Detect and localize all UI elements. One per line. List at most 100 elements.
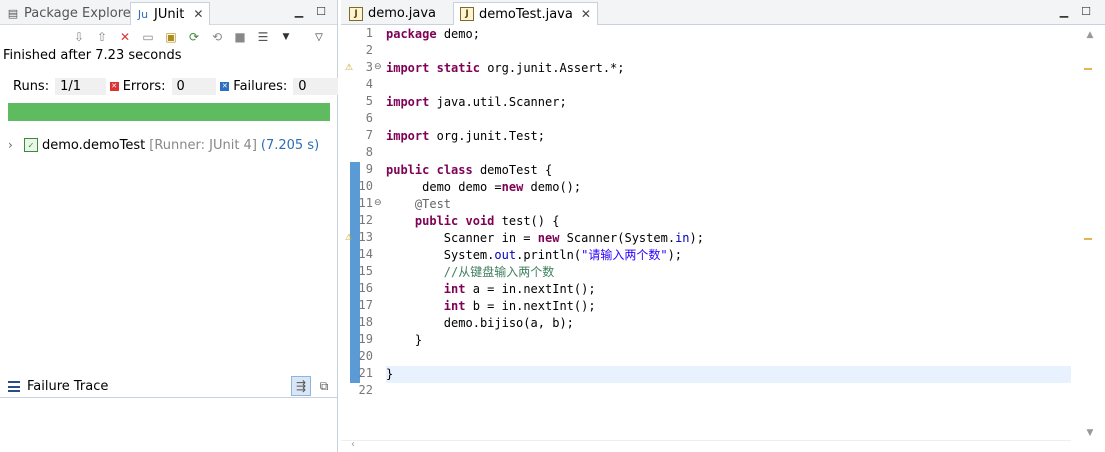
- junit-view: ▤ Package Explorer Ju JUnit ✕ ▁ ☐ ⇩ ⇧ ✕ …: [0, 0, 338, 452]
- line-number: 17: [358, 298, 373, 312]
- line-number: 6: [365, 111, 373, 125]
- scroll-left-icon[interactable]: ‹: [351, 439, 355, 450]
- close-icon[interactable]: ✕: [193, 7, 203, 21]
- code-line[interactable]: int b = in.nextInt();: [386, 298, 1071, 315]
- stop-icon[interactable]: ■: [231, 28, 249, 46]
- failure-trace-label: Failure Trace: [27, 379, 109, 394]
- code-line[interactable]: }: [386, 332, 1071, 349]
- fold-toggle-icon[interactable]: ⊖: [374, 62, 382, 72]
- failure-trace-icon: [8, 381, 20, 392]
- tab-demo-java[interactable]: J demo.java: [343, 2, 442, 25]
- runs-value: 1/1: [55, 77, 106, 95]
- line-number: 15: [358, 264, 373, 278]
- code-area[interactable]: ⚠ ⚠ 1 2 3 ⊖ 4 5 6 7 8 9 10 11 ⊖ 12 13 14 15 16 17 18 19 20 21 22…: [341, 26, 1071, 442]
- code-line[interactable]: public void test() {: [386, 213, 1071, 230]
- code-line[interactable]: int a = in.nextInt();: [386, 281, 1071, 298]
- show-skipped-icon[interactable]: ▭: [139, 28, 157, 46]
- line-number: 14: [358, 247, 373, 261]
- warning-icon[interactable]: ⚠: [343, 231, 355, 245]
- code-line[interactable]: package demo;: [386, 26, 1071, 43]
- code-line[interactable]: System.out.println("请输入两个数");: [386, 247, 1071, 264]
- minimize-icon[interactable]: ▁: [1057, 4, 1071, 18]
- tab-package-explorer[interactable]: ▤ Package Explorer: [6, 2, 136, 24]
- code-line[interactable]: [386, 349, 1071, 366]
- line-number: 12: [358, 213, 373, 227]
- package-explorer-icon: ▤: [7, 6, 19, 20]
- line-number-gutter: 1 2 3 ⊖ 4 5 6 7 8 9 10 11 ⊖ 12 13 14 15 16 17 18 19 20 21 22: [357, 26, 383, 442]
- test-class-name: demo.demoTest: [42, 137, 146, 153]
- line-number: 20: [358, 349, 373, 363]
- view-menu-icon[interactable]: ▽: [310, 28, 328, 46]
- maximize-icon[interactable]: ☐: [1079, 4, 1093, 18]
- line-number: 18: [358, 315, 373, 329]
- test-suite-passed-icon: ✓: [24, 138, 38, 152]
- test-runner-label: [Runner: JUnit 4]: [149, 137, 257, 153]
- code-text[interactable]: package demo; import static org.junit.Ass…: [386, 26, 1071, 442]
- junit-toolbar: ⇩ ⇧ ✕ ▭ ▣ ⟳ ⟲ ■ ☰ ▼ ▽: [70, 27, 328, 47]
- line-number: 5: [365, 94, 373, 108]
- compare-result-icon[interactable]: ⧉: [314, 376, 334, 396]
- code-line[interactable]: [386, 145, 1071, 162]
- warning-icon[interactable]: ⚠: [343, 61, 355, 75]
- code-line[interactable]: demo.bijiso(a, b);: [386, 315, 1071, 332]
- tab-junit[interactable]: Ju JUnit ✕: [130, 2, 211, 25]
- code-line[interactable]: [386, 383, 1071, 400]
- line-number: 8: [365, 145, 373, 159]
- warning-marker[interactable]: [1084, 238, 1092, 240]
- code-line[interactable]: [386, 111, 1071, 128]
- line-number: 16: [358, 281, 373, 295]
- progress-fill: [8, 103, 330, 121]
- code-line[interactable]: [386, 43, 1071, 60]
- previous-failure-icon[interactable]: ⇧: [93, 28, 111, 46]
- failure-trace-header: Failure Trace ⇶ ⧉: [0, 376, 338, 398]
- test-run-history-icon[interactable]: ☰: [254, 28, 272, 46]
- rerun-test-icon[interactable]: ⟳: [185, 28, 203, 46]
- failures-counter: ✕ Failures:: [220, 78, 288, 94]
- fold-toggle-icon[interactable]: ⊖: [374, 198, 382, 208]
- code-line[interactable]: //从键盘输入两个数: [386, 264, 1071, 281]
- line-number: 9: [365, 162, 373, 176]
- line-number: 21: [358, 366, 373, 380]
- line-number: 7: [365, 128, 373, 142]
- tab-demotest-java[interactable]: J demoTest.java ✕: [453, 2, 598, 25]
- code-line[interactable]: import org.junit.Test;: [386, 128, 1071, 145]
- line-number: 13: [358, 230, 373, 244]
- code-line[interactable]: import static org.junit.Assert.*;: [386, 60, 1071, 77]
- chevron-right-icon[interactable]: ›: [8, 138, 20, 152]
- code-line[interactable]: @Test: [386, 196, 1071, 213]
- line-number: 4: [365, 77, 373, 91]
- filter-stack-trace-icon[interactable]: ⇶: [291, 376, 311, 396]
- overview-ruler[interactable]: ▲ ▼: [1075, 26, 1105, 442]
- java-file-icon: J: [349, 6, 363, 21]
- maximize-icon[interactable]: ☐: [314, 4, 328, 18]
- code-line[interactable]: public class demoTest {: [386, 162, 1071, 179]
- history-dropdown-icon[interactable]: ▼: [277, 28, 295, 46]
- minimize-icon[interactable]: ▁: [292, 4, 306, 18]
- run-status-text: Finished after 7.23 seconds: [3, 48, 182, 63]
- errors-value: 0: [171, 77, 217, 95]
- test-tree-item[interactable]: › ✓ demo.demoTest [Runner: JUnit 4] (7.2…: [8, 137, 319, 153]
- scroll-lock-icon[interactable]: ▣: [162, 28, 180, 46]
- horizontal-scrollbar[interactable]: ‹: [341, 439, 1071, 452]
- error-icon: ✕: [109, 81, 119, 91]
- code-line[interactable]: Scanner in = new Scanner(System.in);: [386, 230, 1071, 247]
- line-number: 3: [365, 60, 373, 74]
- code-line[interactable]: import java.util.Scanner;: [386, 94, 1071, 111]
- view-tab-bar: ▤ Package Explorer Ju JUnit ✕ ▁ ☐: [0, 0, 337, 25]
- code-line[interactable]: demo demo =new demo();: [386, 179, 1071, 196]
- close-icon[interactable]: ✕: [581, 7, 591, 21]
- show-failures-only-icon[interactable]: ✕: [116, 28, 134, 46]
- runs-label: Runs:: [13, 78, 50, 94]
- code-line[interactable]: [386, 77, 1071, 94]
- warning-marker[interactable]: [1084, 68, 1092, 70]
- scroll-down-icon[interactable]: ▼: [1075, 426, 1105, 440]
- failures-value: 0: [293, 77, 338, 95]
- test-progress-bar: [8, 103, 330, 121]
- errors-counter: ✕ Errors:: [109, 78, 166, 94]
- next-failure-icon[interactable]: ⇩: [70, 28, 88, 46]
- code-line[interactable]: }: [386, 366, 1071, 383]
- scroll-up-icon[interactable]: ▲: [1075, 28, 1105, 42]
- rerun-failed-first-icon[interactable]: ⟲: [208, 28, 226, 46]
- line-number: 11: [358, 196, 373, 210]
- java-file-icon: J: [460, 7, 474, 21]
